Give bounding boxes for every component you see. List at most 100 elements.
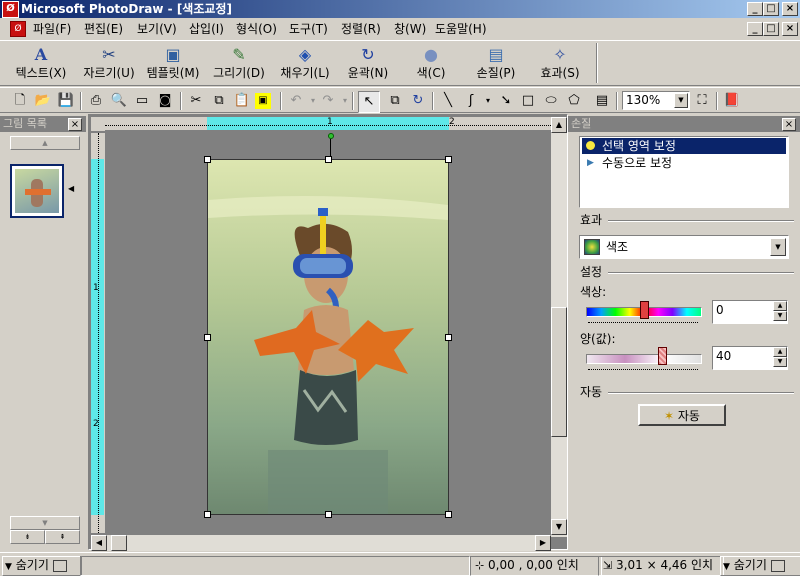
pane-icon [52, 559, 67, 572]
horizontal-scroll-thumb[interactable] [111, 535, 127, 551]
list-item-selected[interactable]: 선택 영역 보정 [582, 138, 786, 154]
hide-workpane-button[interactable]: ▼ 숨기기 [720, 556, 800, 576]
scroll-bottom-button[interactable]: ⇟ [10, 530, 45, 544]
menu-edit[interactable]: 편집(E) [82, 21, 125, 37]
scan-icon[interactable]: ▭ [132, 91, 152, 111]
rectangle-icon[interactable]: □ [518, 91, 538, 111]
rotate-icon[interactable]: ↻ [408, 91, 428, 111]
line-icon[interactable]: ╲ [438, 91, 458, 111]
scroll-up-button[interactable]: ▲ [10, 136, 80, 150]
arrow-icon[interactable]: ➘ [496, 91, 516, 111]
vertical-scrollbar[interactable]: ▲ ▼ [551, 117, 567, 537]
spin-up-icon[interactable]: ▲ [773, 301, 787, 311]
fit-to-window-icon[interactable]: ⛶ [692, 91, 712, 111]
crop-button[interactable]: ✂ 자르기(U) [78, 45, 140, 85]
help-book-icon[interactable]: 📕 [722, 91, 742, 111]
resize-handle-n[interactable] [325, 156, 332, 163]
scroll-down-arrow-icon[interactable]: ▼ [551, 519, 567, 535]
amount-slider-track[interactable] [586, 354, 702, 364]
resize-handle-se[interactable] [445, 511, 452, 518]
text-box-icon[interactable]: ▤ [592, 91, 612, 111]
menu-arrange[interactable]: 정렬(R) [339, 21, 383, 37]
size-value: 3,01 × 4,46 인치 [616, 558, 714, 572]
scroll-down-button[interactable]: ▼ [10, 516, 80, 530]
touchup-button[interactable]: ▤ 손질(P) [468, 45, 524, 85]
arrange-icon[interactable]: ⧉ [385, 91, 405, 111]
hue-spinner[interactable]: 0 ▲ ▼ [712, 300, 788, 324]
chevron-down-icon[interactable]: ▼ [770, 238, 786, 256]
toolbar-separator [616, 92, 618, 110]
zoom-dropdown-icon[interactable]: ▼ [674, 93, 688, 108]
outline-button[interactable]: ↻ 윤곽(N) [340, 45, 396, 85]
menu-tools[interactable]: 도구(T) [287, 21, 330, 37]
spin-up-icon[interactable]: ▲ [773, 347, 787, 357]
close-icon[interactable]: × [782, 118, 796, 131]
cut-icon[interactable]: ✂ [186, 91, 206, 111]
menu-insert[interactable]: 삽입(I) [187, 21, 226, 37]
document-icon[interactable]: Ø [10, 21, 26, 37]
resize-handle-w[interactable] [204, 334, 211, 341]
doc-maximize-button[interactable]: □ [763, 22, 779, 36]
menu-format[interactable]: 형식(O) [234, 21, 279, 37]
paste-icon[interactable]: 📋 [232, 91, 252, 111]
auto-button[interactable]: ✶ 자동 [638, 404, 726, 426]
doc-minimize-button[interactable]: _ [747, 22, 763, 36]
save-icon[interactable]: 💾 [56, 91, 76, 111]
toolbar-separator [180, 92, 182, 110]
pointer-icon[interactable]: ↖ [358, 91, 380, 113]
curve-dropdown-icon[interactable]: ▾ [478, 91, 498, 111]
open-icon[interactable]: 📂 [33, 91, 53, 111]
horizontal-scrollbar[interactable]: ◀ ▶ [91, 535, 551, 551]
close-button[interactable]: × [782, 2, 798, 16]
zoom-combo[interactable]: 130% ▼ [622, 91, 690, 110]
amount-label: 양(값): [580, 332, 616, 346]
list-item[interactable]: ▶ 수동으로 보정 [582, 155, 786, 171]
spin-down-icon[interactable]: ▼ [773, 311, 787, 321]
resize-handle-ne[interactable] [445, 156, 452, 163]
copy-icon[interactable]: ⧉ [209, 91, 229, 111]
picture-thumbnail[interactable] [10, 164, 64, 218]
autoshape-icon[interactable]: ⬠ [564, 91, 584, 111]
maximize-button[interactable]: □ [763, 2, 779, 16]
toolbar-separator [596, 43, 598, 83]
scroll-right-arrow-icon[interactable]: ▶ [535, 535, 551, 551]
draw-button[interactable]: ✎ 그리기(D) [208, 45, 270, 85]
menu-window[interactable]: 창(W) [392, 21, 428, 37]
close-icon[interactable]: × [68, 118, 82, 131]
doc-close-button[interactable]: × [782, 22, 798, 36]
scroll-left-arrow-icon[interactable]: ◀ [91, 535, 107, 551]
amount-spinner[interactable]: 40 ▲ ▼ [712, 346, 788, 370]
resize-handle-nw[interactable] [204, 156, 211, 163]
effects-button[interactable]: ✧ 효과(S) [532, 45, 588, 85]
menu-help[interactable]: 도움말(H) [433, 21, 489, 37]
hue-slider-ticks [588, 322, 698, 326]
ellipse-icon[interactable]: ⬭ [541, 91, 561, 111]
resize-handle-sw[interactable] [204, 511, 211, 518]
format-painter-icon[interactable]: ▣ [255, 93, 271, 109]
new-icon[interactable]: 🗋 [10, 91, 30, 111]
photodraw-app-icon[interactable]: Ø [2, 1, 19, 18]
photo-image[interactable] [204, 156, 452, 518]
scroll-top-button[interactable]: ⇞ [45, 530, 80, 544]
print-preview-icon[interactable]: 🔍 [109, 91, 129, 111]
amount-slider-thumb[interactable] [658, 347, 667, 365]
templates-button[interactable]: ▣ 템플릿(M) [142, 45, 204, 85]
resize-handle-e[interactable] [445, 334, 452, 341]
print-icon[interactable]: ⎙ [86, 91, 106, 111]
resize-handle-s[interactable] [325, 511, 332, 518]
hue-slider-thumb[interactable] [640, 301, 649, 319]
effect-dropdown[interactable]: 색조 ▼ [579, 235, 789, 259]
menu-file[interactable]: 파일(F) [31, 21, 73, 37]
vertical-scroll-thumb[interactable] [551, 307, 567, 437]
hide-picture-list-button[interactable]: ▼ 숨기기 [2, 556, 82, 576]
menu-view[interactable]: 보기(V) [135, 21, 179, 37]
rotate-handle[interactable] [328, 133, 334, 139]
spin-down-icon[interactable]: ▼ [773, 357, 787, 367]
fill-button[interactable]: ◈ 채우기(L) [274, 45, 336, 85]
minimize-button[interactable]: _ [747, 2, 763, 16]
divider [608, 220, 794, 222]
color-button[interactable]: ● 색(C) [406, 45, 456, 85]
camera-icon[interactable]: ◙ [155, 91, 175, 111]
text-button[interactable]: A 텍스트(X) [10, 45, 72, 85]
scroll-up-arrow-icon[interactable]: ▲ [551, 117, 567, 133]
